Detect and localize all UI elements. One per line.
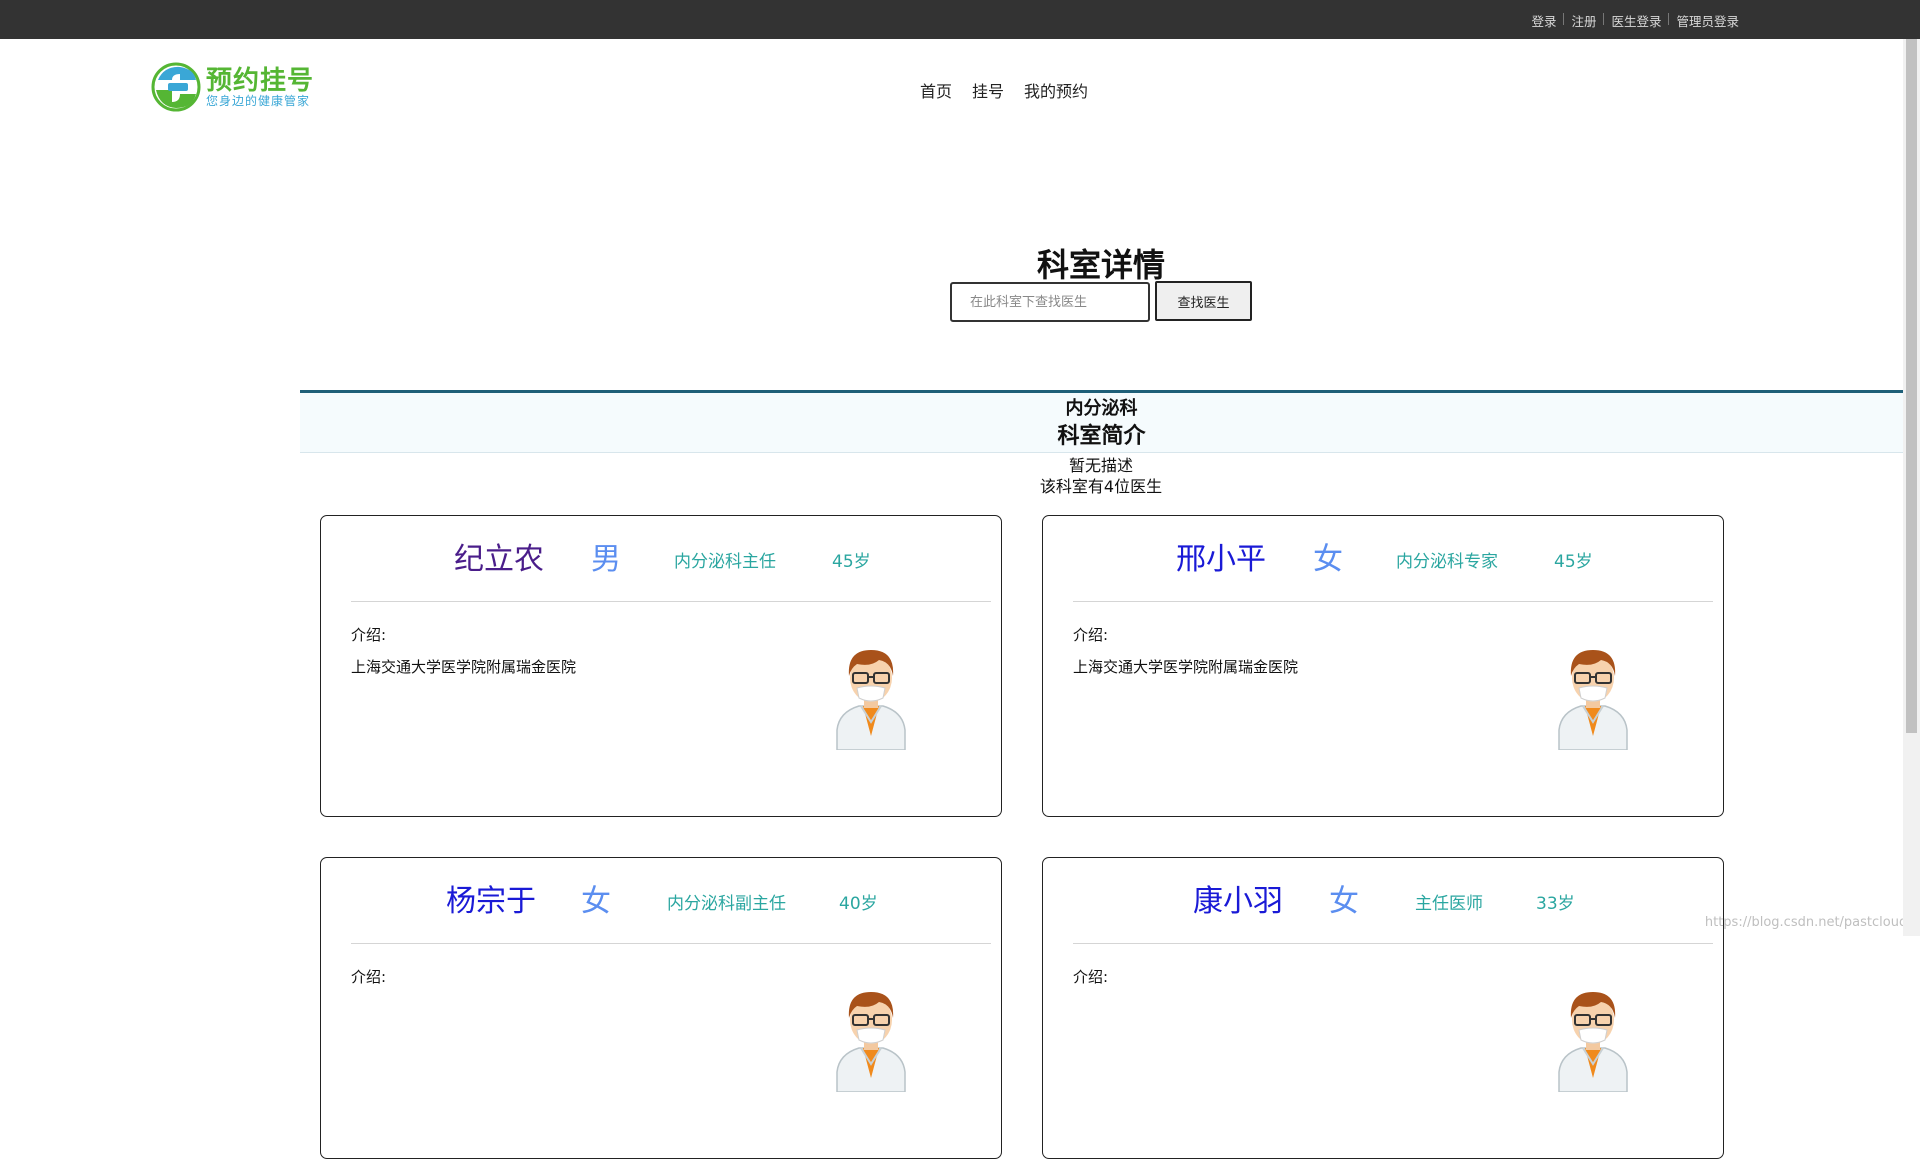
scrollbar-thumb[interactable] [1906, 39, 1917, 733]
department-description: 暂无描述 [1068, 456, 1133, 475]
doctor-card[interactable]: 邢小平 女 内分泌科专家 45岁 介绍: 上海交通大学医学院附属瑞金医院 [1042, 515, 1724, 817]
intro-label: 介绍: [351, 968, 387, 986]
divider [351, 943, 991, 944]
doctor-title: 内分泌科副主任 [667, 894, 786, 914]
doctor-avatar-icon [836, 992, 906, 1092]
doctor-card[interactable]: 杨宗于 女 内分泌科副主任 40岁 介绍: [320, 857, 1002, 1159]
divider [1073, 601, 1713, 602]
divider [351, 601, 991, 602]
doctor-avatar-icon [836, 650, 906, 750]
page-scrollbar[interactable] [1903, 39, 1920, 936]
doctor-card-header: 杨宗于 女 内分泌科副主任 40岁 [321, 858, 1001, 928]
logo-subtitle: 您身边的健康管家 [206, 94, 311, 108]
doctor-avatar-icon [1558, 650, 1628, 750]
doctor-name: 纪立农 [454, 542, 544, 577]
doctor-age: 45岁 [832, 552, 871, 572]
admin-login-link[interactable]: 管理员登录 [1676, 11, 1739, 30]
doctor-sex: 男 [591, 542, 621, 577]
nav-home[interactable]: 首页 [920, 78, 952, 102]
doctor-sex: 女 [1313, 542, 1343, 577]
intro-label: 介绍: [1073, 968, 1109, 986]
intro-label: 介绍: [351, 626, 387, 644]
login-link[interactable]: 登录 [1531, 11, 1556, 30]
divider [1563, 13, 1565, 25]
department-description-block: 暂无描述 该科室有4位医生 [0, 455, 1920, 497]
doctor-title: 内分泌科专家 [1396, 552, 1498, 572]
doctor-name: 邢小平 [1176, 542, 1266, 577]
doctor-age: 45岁 [1554, 552, 1593, 572]
register-link[interactable]: 注册 [1571, 11, 1596, 30]
doctor-card-header: 邢小平 女 内分泌科专家 45岁 [1043, 516, 1723, 586]
doctor-age: 40岁 [839, 894, 878, 914]
top-bar: 登录 注册 医生登录 管理员登录 [0, 0, 1920, 39]
divider [1073, 943, 1713, 944]
nav-register[interactable]: 挂号 [972, 78, 1004, 102]
logo-icon [151, 62, 201, 112]
nav-my-appointments[interactable]: 我的预约 [1024, 78, 1088, 102]
doctor-name: 杨宗于 [446, 884, 536, 919]
doctor-card[interactable]: 纪立农 男 内分泌科主任 45岁 介绍: 上海交通大学医学院附属瑞金医院 [320, 515, 1002, 817]
doctor-card-header: 康小羽 女 主任医师 33岁 [1043, 858, 1723, 928]
doctor-title: 主任医师 [1415, 894, 1483, 914]
page-title: 科室详情 [1036, 246, 1165, 284]
divider [1668, 13, 1670, 25]
doctor-age: 33岁 [1536, 894, 1575, 914]
doctor-name: 康小羽 [1193, 884, 1283, 919]
doctor-sex: 女 [1329, 884, 1359, 919]
intro-text: 上海交通大学医学院附属瑞金医院 [1073, 658, 1299, 676]
doctor-card[interactable]: 康小羽 女 主任医师 33岁 介绍: [1042, 857, 1724, 1159]
doctor-count: 该科室有4位医生 [1039, 477, 1163, 496]
doctor-title: 内分泌科主任 [674, 552, 776, 572]
watermark: https://blog.csdn.net/pastclouds [1704, 915, 1914, 930]
department-name: 内分泌科 [300, 390, 1903, 422]
search-doctor-button[interactable]: 查找医生 [1155, 281, 1252, 321]
doctor-search-input[interactable] [950, 282, 1150, 322]
doctor-avatar-icon [1558, 992, 1628, 1092]
main-nav: 首页 挂号 我的预约 [920, 78, 1108, 102]
doctor-login-link[interactable]: 医生登录 [1611, 11, 1661, 30]
intro-label: 介绍: [1073, 626, 1109, 644]
doctor-sex: 女 [581, 884, 611, 919]
divider [1603, 13, 1605, 25]
site-logo[interactable]: 预约挂号 您身边的健康管家 [150, 60, 320, 114]
intro-text: 上海交通大学医学院附属瑞金医院 [351, 658, 577, 676]
top-links: 登录 注册 医生登录 管理员登录 [1531, 11, 1739, 30]
department-intro-title: 科室简介 [300, 421, 1903, 453]
doctor-card-header: 纪立农 男 内分泌科主任 45岁 [321, 516, 1001, 586]
